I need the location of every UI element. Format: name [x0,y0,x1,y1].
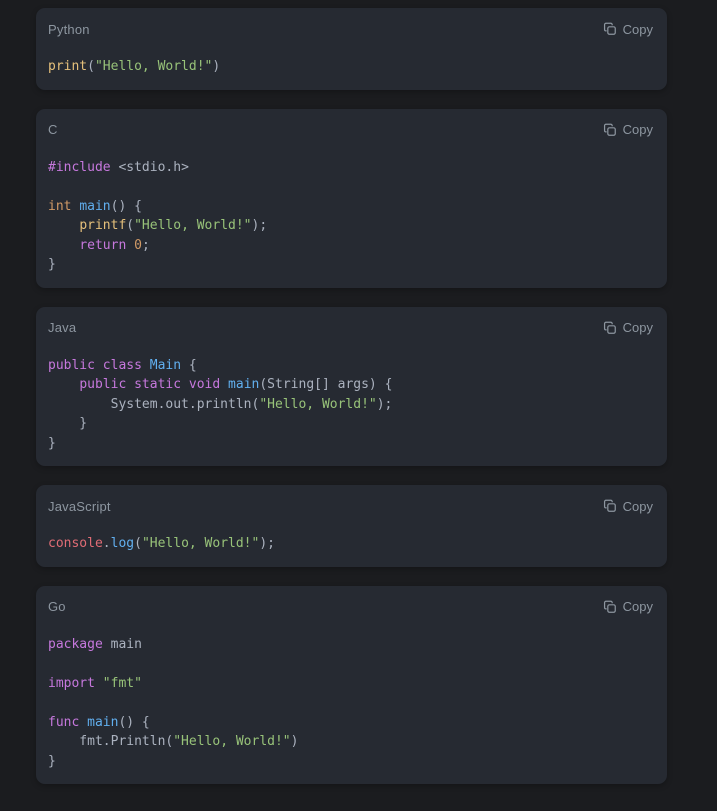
code-token: class [103,358,142,373]
copy-button[interactable]: Copy [603,599,653,614]
copy-button-label: Copy [623,599,653,614]
code-block-card: JavaScript Copy console.log("Hello, Worl… [36,485,667,567]
code-token: { [181,358,197,373]
code-token: ) [212,59,220,74]
code-block-card: Java Copy public class Main { public sta… [36,307,667,467]
code-token: print [48,59,87,74]
code-token: main [228,377,259,392]
code-token: return [79,238,126,253]
code-token: package [48,637,103,652]
code-token: public [79,377,126,392]
code-token: int [48,199,71,214]
code-block-card: Go Copy package main import "fmt" func m… [36,586,667,785]
code-content[interactable]: #include <stdio.h> int main() { printf("… [48,158,653,275]
code-blocks-container: Python Copy print("Hello, World!") C [0,0,717,811]
code-token: void [189,377,220,392]
copy-button-label: Copy [623,122,653,137]
copy-icon [603,499,617,513]
code-token [181,377,189,392]
code-token: log [111,536,134,551]
code-token: fmt.Println( [48,734,173,749]
code-token: printf [79,218,126,233]
code-token [79,715,87,730]
code-token: Main [150,358,181,373]
code-token: } [48,257,56,272]
language-label: C [48,122,58,137]
code-token: ) [291,734,299,749]
language-label: Go [48,599,66,614]
copy-button-label: Copy [623,499,653,514]
code-token: ( [126,218,134,233]
copy-button[interactable]: Copy [603,22,653,37]
code-token [48,238,79,253]
code-token: "Hello, World!" [173,734,290,749]
code-block-header: C Copy [48,121,653,139]
code-token: 0 [134,238,142,253]
copy-icon [603,123,617,137]
code-block-header: JavaScript Copy [48,497,653,515]
code-token [95,676,103,691]
code-token: main [87,715,118,730]
code-token: import [48,676,95,691]
code-token: System.out.println( [48,397,259,412]
copy-button[interactable]: Copy [603,320,653,335]
code-token [48,377,79,392]
code-token: (String[] args) { [259,377,392,392]
code-token: <stdio.h> [111,160,189,175]
copy-icon [603,22,617,36]
code-token [126,238,134,253]
code-block-header: Java Copy [48,319,653,337]
copy-button[interactable]: Copy [603,499,653,514]
code-token: console [48,536,103,551]
code-token: "fmt" [103,676,142,691]
language-label: JavaScript [48,499,111,514]
code-token: } [48,416,87,431]
code-block-header: Python Copy [48,20,653,38]
language-label: Java [48,320,76,335]
code-token: #include [48,160,111,175]
copy-button-label: Copy [623,22,653,37]
code-content[interactable]: package main import "fmt" func main() { … [48,635,653,772]
code-token: static [134,377,181,392]
code-token: ( [87,59,95,74]
code-token [142,358,150,373]
code-token: } [48,754,56,769]
copy-button-label: Copy [623,320,653,335]
code-token: main [79,199,110,214]
copy-button[interactable]: Copy [603,122,653,137]
copy-icon [603,321,617,335]
code-token [220,377,228,392]
code-token: func [48,715,79,730]
code-token: ( [134,536,142,551]
code-token: ); [377,397,393,412]
code-token: ; [142,238,150,253]
code-content[interactable]: public class Main { public static void m… [48,356,653,454]
code-token [48,218,79,233]
code-token: "Hello, World!" [259,397,376,412]
code-token: ); [252,218,268,233]
code-token: main [103,637,142,652]
code-token: () { [111,199,142,214]
code-token [126,377,134,392]
code-token: "Hello, World!" [134,218,251,233]
code-token [95,358,103,373]
code-content[interactable]: console.log("Hello, World!"); [48,534,653,554]
code-content[interactable]: print("Hello, World!") [48,57,653,77]
code-token: "Hello, World!" [95,59,212,74]
language-label: Python [48,22,90,37]
copy-icon [603,600,617,614]
code-block-header: Go Copy [48,598,653,616]
code-token: } [48,436,56,451]
code-token: . [103,536,111,551]
code-token: public [48,358,95,373]
code-block-card: C Copy #include <stdio.h> int main() { p… [36,109,667,288]
code-token: "Hello, World!" [142,536,259,551]
code-token: () { [118,715,149,730]
code-block-card: Python Copy print("Hello, World!") [36,8,667,90]
code-token: ); [259,536,275,551]
